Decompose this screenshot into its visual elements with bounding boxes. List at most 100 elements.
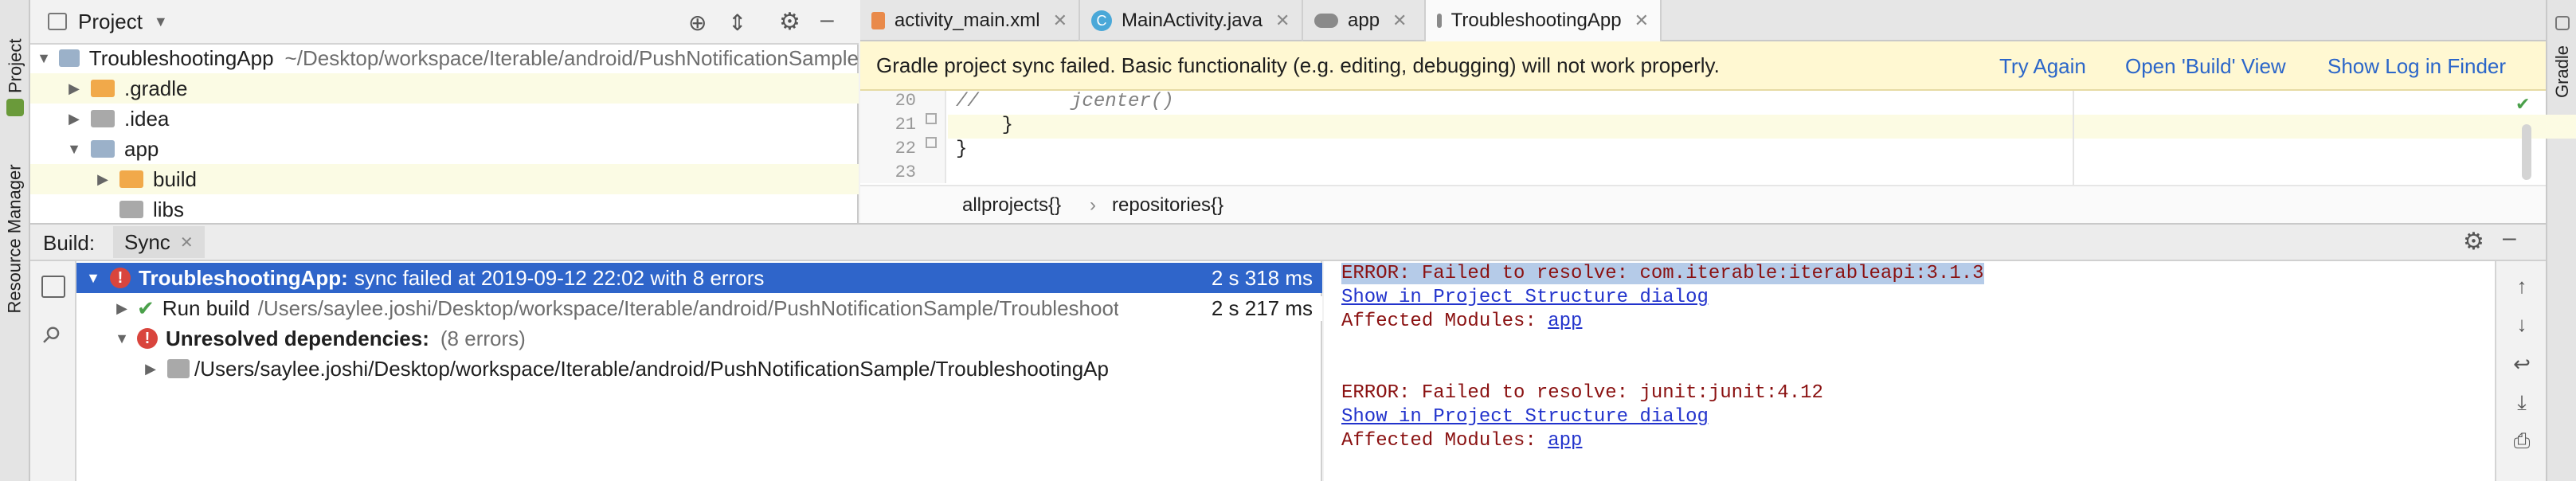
folder-icon [91, 80, 115, 97]
gradle-elephant-icon [1314, 14, 1338, 28]
current-line-highlight [948, 115, 2576, 139]
tree-item-label: libs [153, 197, 185, 221]
scroll-to-end-icon[interactable]: ⤓ [2496, 390, 2547, 416]
open-build-view-link[interactable]: Open 'Build' View [2125, 54, 2286, 79]
hide-panel-icon[interactable]: – [820, 6, 834, 33]
print-icon[interactable]: ⎙ [2496, 428, 2547, 454]
error-icon: ! [137, 328, 158, 349]
folder-icon [167, 359, 190, 378]
resource-manager-tab[interactable]: Resource Manager [0, 143, 30, 334]
tree-item-app[interactable]: ▼ app [30, 134, 859, 164]
build-tree: ▼ ! TroubleshootingApp: sync failed at 2… [76, 261, 1322, 481]
collapse-arrow-icon[interactable]: ▶ [64, 80, 84, 97]
tab-main-activity[interactable]: C MainActivity.java ✕ [1080, 0, 1303, 41]
code-line[interactable]: // jcenter() [956, 91, 1174, 112]
collapse-arrow-icon[interactable]: ▶ [112, 300, 132, 317]
affected-modules-label: Affected Modules: [1341, 430, 1548, 452]
expand-arrow-icon[interactable]: ▼ [64, 141, 84, 158]
gear-icon[interactable]: ⚙ [2463, 228, 2484, 256]
build-row-dependency[interactable]: ▶ /Users/saylee.joshi/Desktop/workspace/… [76, 354, 1322, 384]
gradle-tool-tab[interactable]: Gradle [2547, 32, 2576, 111]
module-link[interactable]: app [1548, 311, 1582, 332]
console-toolbar: ↑ ↓ ↩ ⤓ ⎙ [2495, 261, 2546, 481]
tree-item-root[interactable]: ▼ TroubleshootingApp ~/Desktop/workspace… [30, 43, 859, 73]
show-log-link[interactable]: Show Log in Finder [2327, 54, 2506, 79]
tree-item-label: .idea [124, 106, 170, 131]
tab-activity-main[interactable]: activity_main.xml ✕ [860, 0, 1080, 41]
close-icon[interactable]: ✕ [1275, 10, 1290, 31]
build-console-output: ERROR: Failed to resolve: com.iterable:i… [1324, 261, 2495, 481]
right-tool-strip: Gradle [2546, 0, 2576, 481]
editor-tab-bar: activity_main.xml ✕ C MainActivity.java … [860, 0, 2546, 41]
sync-failed-banner: Gradle project sync failed. Basic functi… [860, 41, 2546, 91]
tab-troubleshooting-app[interactable]: TroubleshootingApp ✕ [1426, 0, 1662, 41]
collapse-all-icon[interactable]: ⇕ [728, 10, 746, 36]
hide-panel-icon[interactable]: – [2503, 225, 2516, 252]
gear-icon[interactable]: ⚙ [779, 8, 801, 36]
breadcrumb-item[interactable]: repositories{} [1112, 194, 1223, 217]
expand-arrow-icon[interactable]: ▼ [112, 330, 132, 347]
code-line[interactable]: } [956, 139, 967, 160]
chevron-right-icon: › [1090, 194, 1096, 216]
tab-label: app [1348, 10, 1380, 31]
console-error-line[interactable]: ERROR: Failed to resolve: junit:junit:4.… [1341, 382, 1823, 404]
arrow-down-icon[interactable]: ↓ [2496, 312, 2547, 337]
tree-item-idea[interactable]: ▶ .idea [30, 104, 859, 134]
soft-wrap-icon[interactable]: ↩ [2496, 352, 2547, 377]
collapse-arrow-icon[interactable]: ▶ [64, 111, 84, 127]
project-view-selector[interactable]: Project ▼ [78, 10, 168, 34]
android-icon [6, 99, 24, 116]
expand-arrow-icon[interactable]: ▼ [35, 50, 53, 67]
build-row-detail: (8 errors) [440, 326, 526, 350]
console-error-line[interactable]: ERROR: Failed to resolve: com.iterable:i… [1341, 263, 1984, 284]
module-link[interactable]: app [1548, 430, 1582, 452]
close-icon[interactable]: ✕ [1053, 10, 1067, 31]
build-row-title: TroubleshootingApp: [139, 265, 348, 290]
collapse-arrow-icon[interactable]: ▶ [140, 361, 161, 377]
tree-item-gradle[interactable]: ▶ .gradle [30, 73, 859, 104]
breadcrumb-item[interactable]: allprojects{} [962, 194, 1061, 217]
gradle-tool-tab-label: Gradle [2552, 45, 2573, 99]
build-row-title: Unresolved dependencies: [166, 326, 429, 350]
tree-item-label: .gradle [124, 76, 188, 100]
try-again-link[interactable]: Try Again [1999, 54, 2086, 79]
tab-label: TroubleshootingApp [1450, 10, 1622, 31]
tree-item-label: app [124, 136, 159, 161]
tab-sync[interactable]: Sync ✕ [113, 226, 205, 258]
build-left-toolbar: ⚲ [30, 261, 76, 481]
fold-marker-icon[interactable] [926, 113, 937, 124]
project-structure-link[interactable]: Show in Project Structure dialog [1341, 287, 1709, 308]
locate-target-icon[interactable]: ⊕ [688, 10, 707, 36]
fold-marker-icon[interactable] [926, 137, 937, 148]
code-line[interactable]: } [956, 115, 1013, 136]
build-row-run[interactable]: ▶ ✔ Run build /Users/saylee.joshi/Deskto… [76, 293, 1322, 323]
tree-item-build[interactable]: ▶ build [30, 164, 859, 194]
close-icon[interactable]: ✕ [1634, 10, 1649, 31]
project-tool-tab[interactable]: 1: Project [0, 8, 30, 143]
project-structure-link[interactable]: Show in Project Structure dialog [1341, 406, 1709, 428]
expand-arrow-icon[interactable]: ▼ [83, 270, 104, 287]
module-folder-icon [91, 140, 115, 158]
build-row-time: 2 s 318 ms [1211, 265, 1313, 290]
error-icon: ! [110, 268, 131, 288]
arrow-up-icon[interactable]: ↑ [2496, 274, 2547, 299]
build-row-unresolved[interactable]: ▼ ! Unresolved dependencies: (8 errors) [76, 323, 1322, 354]
close-icon[interactable]: ✕ [1392, 10, 1407, 31]
build-row-detail: sync failed at 2019-09-12 22:02 with 8 e… [354, 265, 765, 290]
check-icon: ✔ [137, 295, 155, 320]
editor-gutter: 20 21 22 23 [860, 91, 946, 183]
build-row-time: 2 s 217 ms [1163, 295, 1322, 321]
toggle-view-icon[interactable] [41, 276, 65, 298]
collapse-arrow-icon[interactable]: ▶ [92, 171, 113, 188]
pin-icon[interactable]: ⚲ [36, 320, 66, 350]
tree-item-path: ~/Desktop/workspace/Iterable/android/Pus… [284, 45, 859, 70]
editor-scrollbar[interactable] [2522, 124, 2531, 180]
close-icon[interactable]: ✕ [180, 233, 194, 252]
folder-icon [119, 170, 143, 188]
project-view-icon [48, 13, 67, 30]
checkmark-icon: ✔ [2515, 94, 2531, 114]
tab-app[interactable]: app ✕ [1303, 0, 1426, 41]
build-row-root[interactable]: ▼ ! TroubleshootingApp: sync failed at 2… [76, 263, 1322, 293]
line-number: 20 [895, 91, 916, 111]
tree-item-libs[interactable]: libs [30, 194, 859, 225]
